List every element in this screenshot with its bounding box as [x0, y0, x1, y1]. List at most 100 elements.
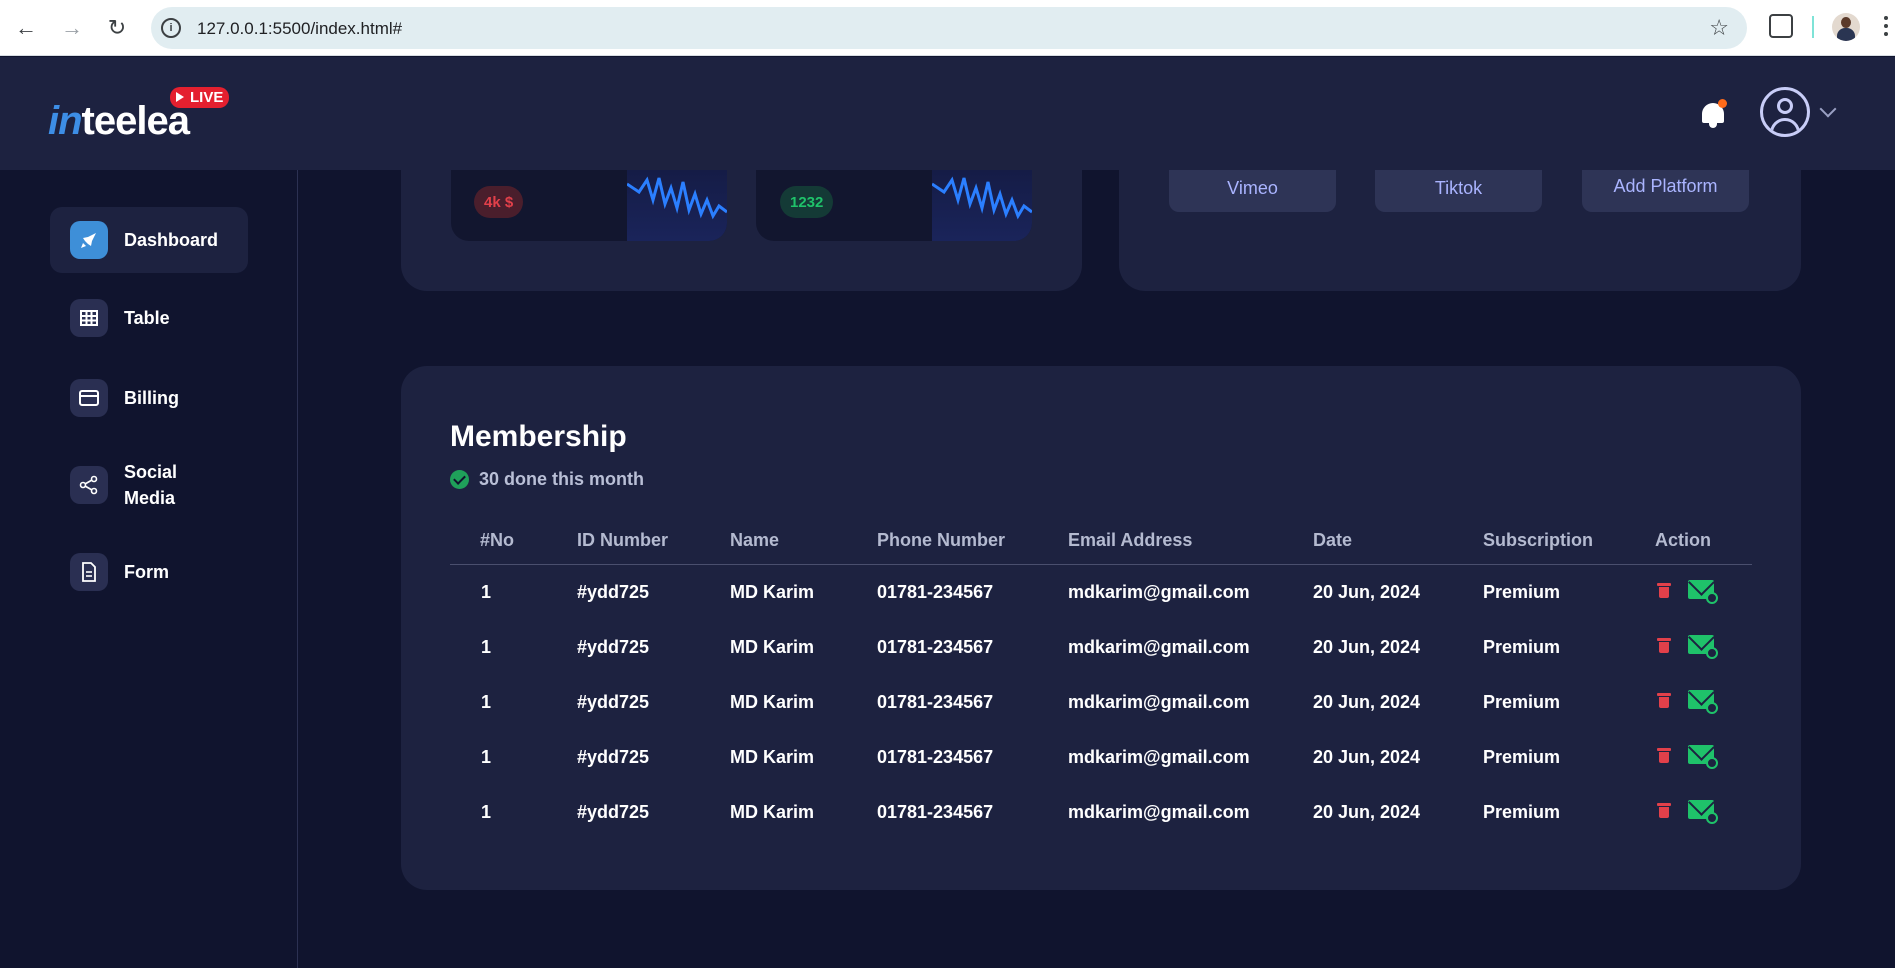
chevron-down-icon[interactable] — [1819, 100, 1837, 118]
address-bar[interactable]: i 127.0.0.1:5500/index.html# ☆ — [151, 7, 1747, 49]
cell-email: mdkarim@gmail.com — [1068, 802, 1250, 822]
resend-mail-icon[interactable] — [1688, 745, 1718, 769]
sidebar-item-billing[interactable]: Billing — [50, 365, 248, 431]
cell-id: #ydd725 — [577, 637, 650, 657]
delete-trash-icon[interactable] — [1657, 692, 1671, 708]
table-header-divider — [450, 564, 1752, 565]
delete-trash-icon[interactable] — [1657, 637, 1671, 653]
back-icon[interactable]: ← — [12, 14, 40, 42]
resend-mail-icon[interactable] — [1688, 580, 1718, 604]
cell-name: MD Karim — [730, 747, 815, 767]
cell-id: #ydd725 — [577, 747, 650, 767]
toolbar-divider — [1812, 16, 1814, 38]
browser-profile-avatar[interactable] — [1832, 13, 1860, 41]
notification-dot — [1718, 99, 1727, 108]
column-header-no: #No — [480, 530, 515, 550]
add-platform-button[interactable]: Add Platform — [1582, 170, 1749, 212]
cell-no: 1 — [481, 802, 492, 822]
reload-icon[interactable]: ↻ — [103, 14, 131, 42]
cell-email: mdkarim@gmail.com — [1068, 747, 1250, 767]
cell-id: #ydd725 — [577, 692, 650, 712]
table-icon — [70, 299, 108, 337]
sidebar-item-label: Dashboard — [124, 230, 219, 250]
browser-toolbar: ← → ↻ i 127.0.0.1:5500/index.html# ☆ — [0, 0, 1895, 56]
notification-bell-icon[interactable] — [1700, 99, 1727, 129]
check-circle-icon — [450, 470, 469, 489]
membership-subtitle: 30 done this month — [479, 469, 645, 489]
sidebar-item-label: Form — [124, 562, 169, 582]
cell-date: 20 Jun, 2024 — [1313, 747, 1421, 767]
resend-mail-icon[interactable] — [1688, 690, 1718, 714]
cell-phone: 01781-234567 — [877, 637, 994, 657]
cell-subscription: Premium — [1483, 747, 1561, 767]
sidebar-item-label: Social Media — [124, 462, 178, 508]
live-badge: LIVE — [170, 87, 230, 108]
rocket-icon — [70, 221, 108, 259]
cell-no: 1 — [481, 637, 492, 657]
share-icon — [70, 466, 108, 504]
cell-phone: 01781-234567 — [877, 582, 994, 602]
forward-icon[interactable]: → — [58, 14, 86, 42]
cell-phone: 01781-234567 — [877, 802, 994, 822]
cell-subscription: Premium — [1483, 802, 1561, 822]
cell-subscription: Premium — [1483, 637, 1561, 657]
sidebar-item-label: Billing — [124, 388, 179, 408]
delete-trash-icon[interactable] — [1657, 802, 1671, 818]
sparkline-chart — [931, 170, 1032, 241]
resend-mail-icon[interactable] — [1688, 635, 1718, 659]
credit-card-icon — [70, 379, 108, 417]
column-header-id: ID Number — [577, 530, 669, 550]
logo-wordmark: inteelea — [48, 99, 190, 143]
count-badge: 1232 — [780, 186, 834, 218]
url-text[interactable]: 127.0.0.1:5500/index.html# — [197, 19, 402, 39]
cell-name: MD Karim — [730, 637, 815, 657]
sidebar-item-table[interactable]: Table — [50, 285, 248, 351]
cell-no: 1 — [481, 692, 492, 712]
cell-date: 20 Jun, 2024 — [1313, 692, 1421, 712]
column-header-name: Name — [730, 530, 780, 550]
cell-email: mdkarim@gmail.com — [1068, 582, 1250, 602]
app-logo[interactable]: inteelea LIVE — [48, 87, 248, 143]
sparkline-chart — [626, 170, 727, 241]
delete-trash-icon[interactable] — [1657, 747, 1671, 763]
cell-no: 1 — [481, 582, 492, 602]
sidebar: Dashboard Table Billing Social Media For… — [0, 170, 298, 968]
sidebar-item-label: Table — [124, 308, 170, 328]
sidebar-item-social-media[interactable]: Social Media — [50, 452, 248, 518]
extensions-icon[interactable] — [1769, 14, 1793, 38]
cell-date: 20 Jun, 2024 — [1313, 582, 1421, 602]
platform-button-vimeo[interactable]: Vimeo — [1169, 170, 1336, 212]
sidebar-item-dashboard[interactable]: Dashboard — [50, 207, 248, 273]
column-header-date: Date — [1313, 530, 1353, 550]
browser-menu-icon[interactable] — [1884, 16, 1889, 36]
user-avatar[interactable] — [1760, 87, 1810, 137]
column-header-email: Email Address — [1068, 530, 1193, 550]
platform-button-tiktok[interactable]: Tiktok — [1375, 170, 1542, 212]
cell-phone: 01781-234567 — [877, 747, 994, 767]
platforms-card — [1119, 140, 1801, 291]
column-header-phone: Phone Number — [877, 530, 1006, 550]
site-info-icon[interactable]: i — [161, 18, 181, 38]
earnings-badge: 4k $ — [474, 186, 524, 218]
delete-trash-icon[interactable] — [1657, 582, 1671, 598]
sidebar-item-form[interactable]: Form — [50, 539, 248, 605]
document-icon — [70, 553, 108, 591]
cell-name: MD Karim — [730, 802, 815, 822]
cell-subscription: Premium — [1483, 692, 1561, 712]
cell-no: 1 — [481, 747, 492, 767]
cell-id: #ydd725 — [577, 582, 650, 602]
cell-subscription: Premium — [1483, 582, 1561, 602]
cell-date: 20 Jun, 2024 — [1313, 637, 1421, 657]
cell-email: mdkarim@gmail.com — [1068, 637, 1250, 657]
column-header-action: Action — [1655, 530, 1711, 550]
bookmark-star-icon[interactable]: ☆ — [1709, 15, 1729, 41]
cell-phone: 01781-234567 — [877, 692, 994, 712]
column-header-subscription: Subscription — [1483, 530, 1594, 550]
cell-name: MD Karim — [730, 582, 815, 602]
resend-mail-icon[interactable] — [1688, 800, 1718, 824]
cell-email: mdkarim@gmail.com — [1068, 692, 1250, 712]
cell-name: MD Karim — [730, 692, 815, 712]
cell-date: 20 Jun, 2024 — [1313, 802, 1421, 822]
membership-summary: 30 done this month — [450, 469, 644, 490]
cell-id: #ydd725 — [577, 802, 650, 822]
